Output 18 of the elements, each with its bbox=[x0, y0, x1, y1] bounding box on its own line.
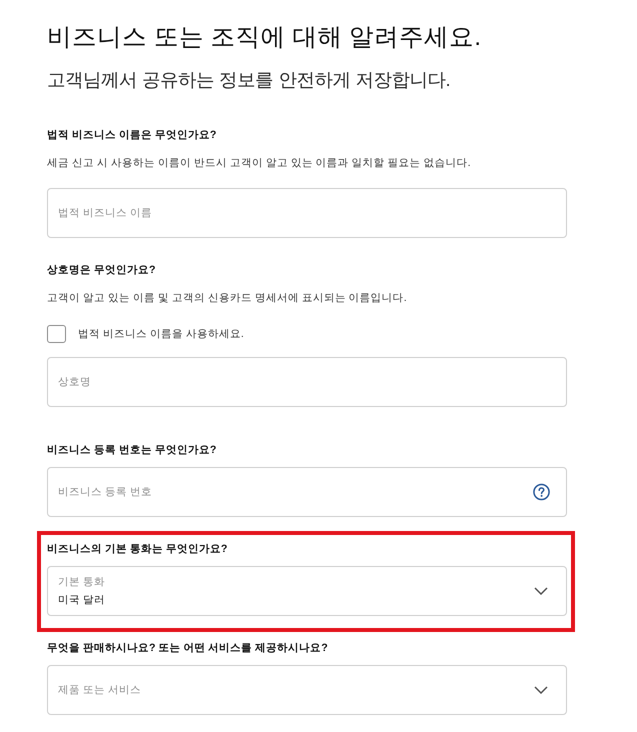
question-label: 비즈니스 등록 번호는 무엇인가요? bbox=[47, 443, 218, 458]
checkbox[interactable] bbox=[47, 325, 66, 343]
help-text: 고객이 알고 있는 이름 및 고객의 신용카드 명세서에 표시되는 이름입니다. bbox=[47, 291, 408, 306]
chevron-down-icon bbox=[534, 587, 548, 595]
help-text: 세금 신고 시 사용하는 이름이 반드시 고객이 알고 있는 이름과 일치할 필요는 없습니다. bbox=[47, 156, 472, 171]
question-label: 법적 비즈니스 이름은 무엇인가요? bbox=[47, 128, 218, 143]
help-icon[interactable] bbox=[533, 484, 550, 500]
dropdown-field[interactable]: 기본 통화 미국 달러 bbox=[47, 566, 567, 616]
page-subtitle: 고객님께서 공유하는 정보를 안전하게 저장합니다. bbox=[47, 68, 452, 92]
input-field[interactable]: 상호명 bbox=[47, 357, 567, 407]
input-field[interactable]: 비즈니스 등록 번호 bbox=[47, 467, 567, 517]
chevron-down-icon bbox=[534, 686, 548, 694]
question-label: 상호명은 무엇인가요? bbox=[47, 263, 156, 278]
question-label: 무엇을 판매하시나요? 또는 어떤 서비스를 제공하시나요? bbox=[47, 641, 329, 656]
input-field[interactable]: 법적 비즈니스 이름 bbox=[47, 188, 567, 238]
question-label: 비즈니스의 기본 통화는 무엇인가요? bbox=[47, 542, 228, 557]
page-title: 비즈니스 또는 조직에 대해 알려주세요. bbox=[47, 23, 482, 53]
checkbox-label[interactable]: 법적 비즈니스 이름을 사용하세요. bbox=[78, 326, 244, 342]
